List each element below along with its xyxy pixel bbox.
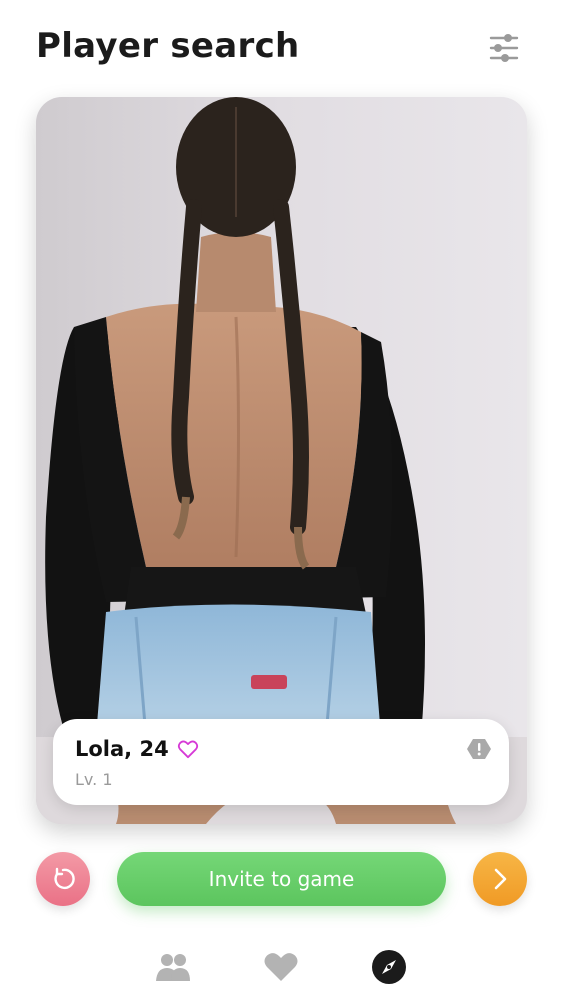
- nav-item-players[interactable]: [155, 949, 191, 985]
- nav-item-likes[interactable]: [263, 949, 299, 985]
- compass-icon: [372, 950, 406, 984]
- heart-icon: [264, 953, 298, 981]
- profile-info-panel: Lola, 24 Lv. 1: [53, 719, 509, 805]
- invite-to-game-button[interactable]: Invite to game: [117, 852, 446, 906]
- bottom-navigation: [0, 945, 563, 989]
- sliders-icon: [489, 34, 519, 62]
- chevron-right-icon: [494, 868, 507, 890]
- page-title: Player search: [36, 26, 300, 66]
- player-level: Lv. 1: [75, 770, 113, 789]
- player-name-age: Lola, 24: [75, 737, 169, 761]
- undo-icon: [54, 867, 75, 890]
- nav-item-discover[interactable]: [371, 949, 407, 985]
- player-photo: [36, 97, 527, 824]
- heart-outline-icon[interactable]: [177, 739, 199, 759]
- filter-button[interactable]: [488, 32, 520, 64]
- next-button[interactable]: [473, 852, 527, 906]
- users-icon: [156, 954, 190, 981]
- alert-hexagon-icon[interactable]: [467, 738, 491, 760]
- player-card[interactable]: [36, 97, 527, 824]
- undo-button[interactable]: [36, 852, 90, 906]
